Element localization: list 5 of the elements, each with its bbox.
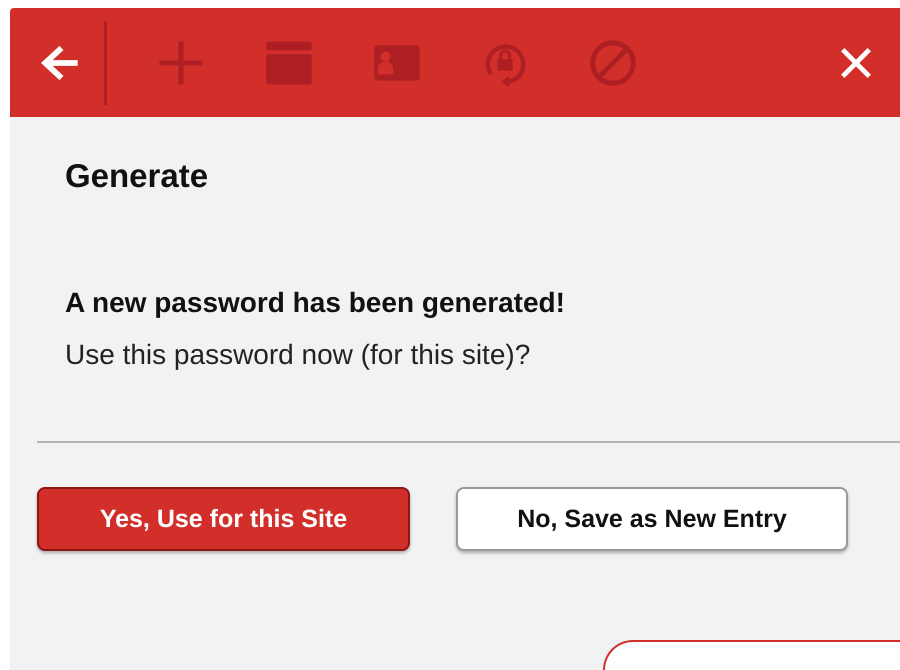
message-title: A new password has been generated!: [65, 287, 566, 319]
save-new-entry-button[interactable]: No, Save as New Entry: [456, 487, 848, 551]
use-for-site-button[interactable]: Yes, Use for this Site: [37, 487, 410, 551]
message-text: Use this password now (for this site)?: [65, 339, 532, 371]
panel-heading: Generate: [65, 157, 210, 195]
